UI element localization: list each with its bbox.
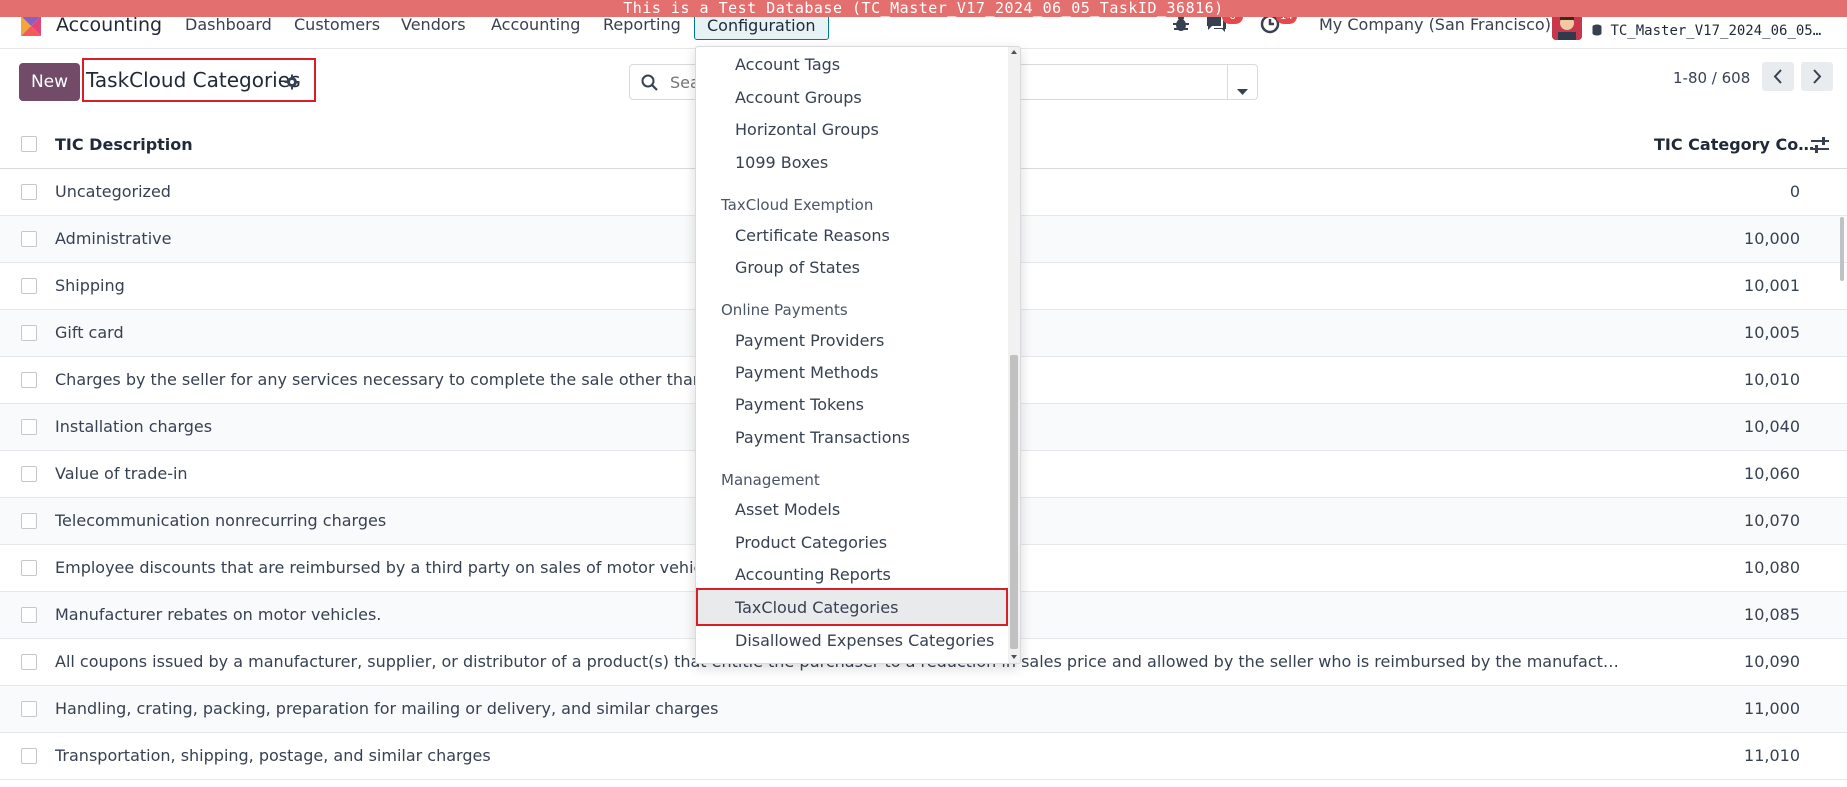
database-icon (1592, 24, 1602, 36)
menu-item-account-tags[interactable]: Account Tags (735, 55, 840, 74)
tic-code-cell: 10,080 (1744, 558, 1800, 577)
database-name-text: TC_Master_V17_2024_06_05… (1610, 23, 1822, 39)
row-checkbox[interactable] (21, 419, 37, 435)
pager-value[interactable]: 1-80 / 608 (1673, 69, 1750, 87)
menu-section-management: Management (721, 471, 820, 489)
tic-description-cell: Charges by the seller for any services n… (55, 370, 737, 389)
row-checkbox[interactable] (21, 184, 37, 200)
company-switcher[interactable]: My Company (San Francisco) (1319, 15, 1551, 34)
database-name: TC_Master_V17_2024_06_05… (1592, 23, 1821, 39)
menu-item-taxcloud-categories[interactable]: TaxCloud Categories (735, 598, 898, 617)
chevron-right-icon (1813, 69, 1822, 84)
pager-previous-button[interactable] (1762, 62, 1794, 91)
row-checkbox[interactable] (21, 231, 37, 247)
dropdown-scrollbar[interactable] (1008, 47, 1020, 663)
row-checkbox[interactable] (21, 560, 37, 576)
menu-dashboard[interactable]: Dashboard (185, 15, 272, 34)
tic-code-cell: 11,010 (1744, 746, 1800, 765)
menu-item-certificate-reasons[interactable]: Certificate Reasons (735, 226, 890, 245)
caret-down-icon (1237, 80, 1248, 99)
bug-icon[interactable] (1171, 14, 1191, 38)
pager-next-button[interactable] (1801, 62, 1833, 91)
tic-code-cell: 10,085 (1744, 605, 1800, 624)
app-name[interactable]: Accounting (56, 14, 162, 36)
tic-code-cell: 10,060 (1744, 464, 1800, 483)
menu-vendors[interactable]: Vendors (401, 15, 466, 34)
menu-item-1099-boxes[interactable]: 1099 Boxes (735, 153, 828, 172)
select-all-checkbox[interactable] (21, 136, 37, 152)
menu-item-group-of-states[interactable]: Group of States (735, 258, 860, 277)
tic-code-cell: 10,070 (1744, 511, 1800, 530)
table-row[interactable]: Handling, crating, packing, preparation … (0, 686, 1847, 733)
menu-item-payment-methods[interactable]: Payment Methods (735, 363, 878, 382)
optional-columns-icon[interactable] (1811, 137, 1829, 157)
table-row[interactable]: Transportation, shipping, postage, and s… (0, 733, 1847, 780)
search-icon (641, 74, 659, 96)
search-options-toggle[interactable] (1227, 64, 1258, 100)
menu-item-payment-providers[interactable]: Payment Providers (735, 331, 884, 350)
row-checkbox[interactable] (21, 325, 37, 341)
tic-description-cell: Uncategorized (55, 182, 171, 201)
tic-code-cell: 10,040 (1744, 417, 1800, 436)
menu-section-online-payments: Online Payments (721, 301, 848, 319)
tic-description-cell: Telecommunication nonrecurring charges (55, 511, 387, 530)
test-database-banner: This is a Test Database (TC_Master_V17_2… (0, 0, 1847, 17)
row-checkbox[interactable] (21, 278, 37, 294)
menu-item-asset-models[interactable]: Asset Models (735, 500, 840, 519)
row-checkbox[interactable] (21, 607, 37, 623)
menu-item-payment-tokens[interactable]: Payment Tokens (735, 395, 864, 414)
tic-code-cell: 10,005 (1744, 323, 1800, 342)
tic-code-cell: 10,000 (1744, 229, 1800, 248)
configuration-dropdown: Account Tags Account Groups Horizontal G… (695, 46, 1021, 664)
tic-code-cell: 10,001 (1744, 276, 1800, 295)
row-checkbox[interactable] (21, 748, 37, 764)
tic-description-cell: Shipping (55, 276, 125, 295)
tic-description-cell: Transportation, shipping, postage, and s… (55, 746, 491, 765)
menu-section-taxcloud-exemption: TaxCloud Exemption (721, 196, 874, 214)
row-checkbox[interactable] (21, 466, 37, 482)
menu-customers[interactable]: Customers (294, 15, 380, 34)
tic-description-cell: Employee discounts that are reimbursed b… (55, 558, 731, 577)
gear-icon[interactable] (284, 74, 300, 94)
row-checkbox[interactable] (21, 372, 37, 388)
row-checkbox[interactable] (21, 513, 37, 529)
row-checkbox[interactable] (21, 701, 37, 717)
column-header-description[interactable]: TIC Description (55, 135, 193, 154)
row-checkbox[interactable] (21, 654, 37, 670)
chevron-left-icon (1773, 69, 1782, 84)
tic-description-cell: Installation charges (55, 417, 213, 436)
menu-item-product-categories[interactable]: Product Categories (735, 533, 887, 552)
tic-description-cell: Manufacturer rebates on motor vehicles. (55, 605, 382, 624)
new-button[interactable]: New (19, 63, 80, 101)
tic-code-cell: 10,010 (1744, 370, 1800, 389)
tic-code-cell: 0 (1789, 182, 1800, 201)
menu-item-payment-transactions[interactable]: Payment Transactions (735, 428, 910, 447)
menu-item-disallowed-expenses-categories[interactable]: Disallowed Expenses Categories (735, 631, 994, 650)
menu-item-account-groups[interactable]: Account Groups (735, 88, 862, 107)
tic-description-cell: Administrative (55, 229, 172, 248)
menu-item-horizontal-groups[interactable]: Horizontal Groups (735, 120, 879, 139)
tic-code-cell: 10,090 (1744, 652, 1800, 671)
tic-code-cell: 11,000 (1744, 699, 1800, 718)
tic-description-cell: Gift card (55, 323, 124, 342)
column-header-code[interactable]: TIC Category Co… (1654, 135, 1814, 154)
menu-item-accounting-reports[interactable]: Accounting Reports (735, 565, 891, 584)
menu-reporting[interactable]: Reporting (603, 15, 681, 34)
menu-accounting[interactable]: Accounting (491, 15, 580, 34)
list-scrollbar[interactable] (1839, 121, 1845, 787)
page-title: TaskCloud Categories (86, 68, 301, 92)
tic-description-cell: Handling, crating, packing, preparation … (55, 699, 719, 718)
tic-description-cell: Value of trade-in (55, 464, 188, 483)
